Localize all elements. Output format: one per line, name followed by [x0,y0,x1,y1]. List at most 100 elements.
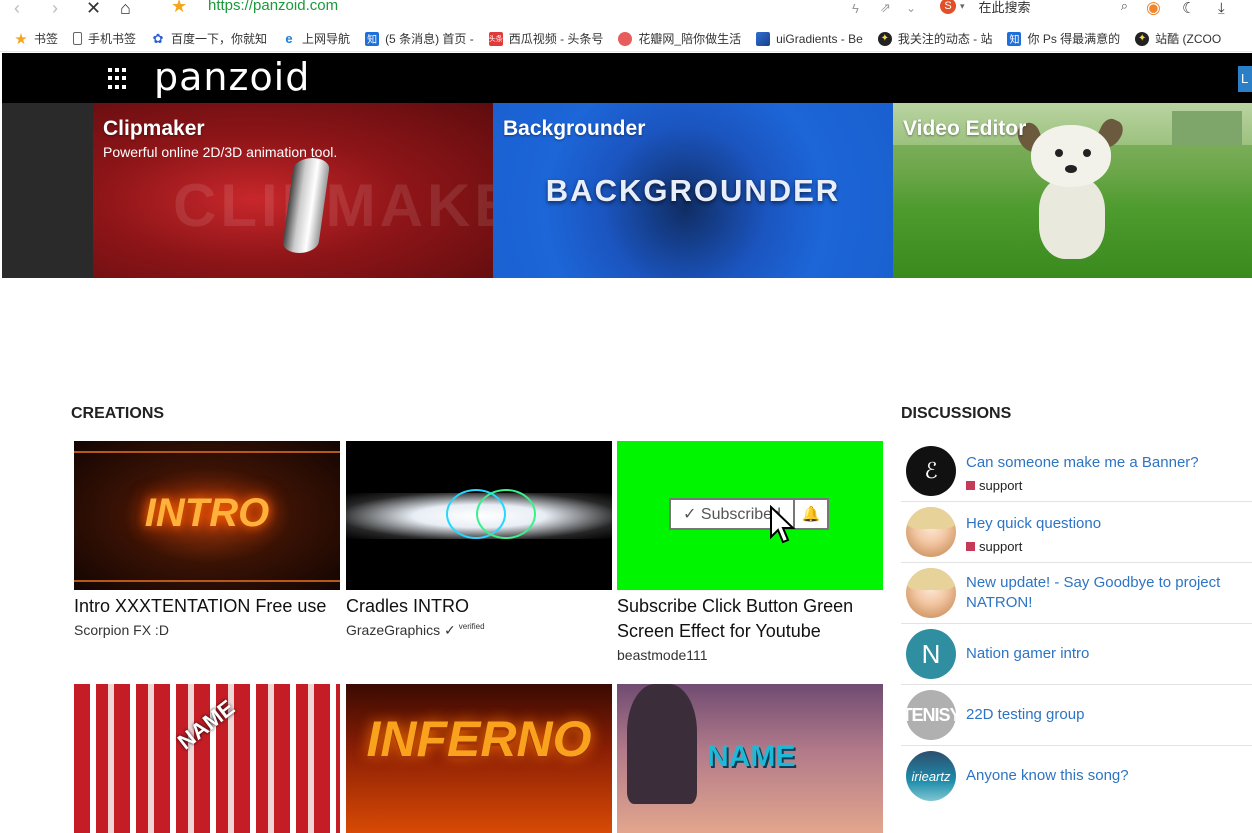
discussions-heading: DISCUSSIONS [901,405,1012,422]
zhihu-icon: 知 [365,31,380,46]
creation-thumbnail[interactable]: NAME [74,684,340,833]
video-editor-tile[interactable]: Video Editor [893,103,1252,278]
forward-icon[interactable]: › [52,0,58,20]
search-icon[interactable]: ⌕ [1121,0,1128,14]
bookmark-item[interactable]: ✿ 百度一下，你就知 [151,30,267,47]
download-icon[interactable]: ⤓ [1218,0,1225,20]
tile-subtitle: Powerful online 2D/3D animation tool. [103,144,338,160]
creation-title[interactable]: Subscribe Click Button Green Screen Effe… [617,594,883,644]
zcool-icon: ✦ [877,31,892,46]
night-mode-icon[interactable]: ☾ [1182,0,1195,20]
bookmark-item[interactable]: 手机书签 [73,30,136,47]
share-icon[interactable]: ⇗ [880,0,891,20]
verified-badge: verified [458,622,485,632]
creation-title[interactable]: Intro XXXTENTATION Free use [74,594,340,619]
search-bar[interactable]: S ▾ 在此搜索 ⌕ [940,0,1140,17]
bookmark-item[interactable]: 头条 西瓜视频 - 头条号 [488,30,603,47]
bookmark-item[interactable]: ✦ 我关注的动态 - 站 [877,30,992,47]
discussion-item[interactable]: ℰ Can someone make me a Banner? support [901,441,1252,502]
discussion-title[interactable]: Hey quick questiono [966,514,1251,534]
creation-thumbnail[interactable] [346,441,612,590]
bookmark-item[interactable]: ★ 书签 [14,30,58,48]
engine-dropdown-icon[interactable]: ▾ [960,1,965,12]
avatar[interactable] [906,507,956,557]
discussion-tag[interactable]: support [966,478,1022,493]
ie-icon: e [285,31,293,46]
backgrounder-tile[interactable]: Backgrounder BACKGROUNDER [493,103,893,278]
avatar[interactable]: TENISY [906,690,956,740]
discussion-title[interactable]: Anyone know this song? [966,766,1251,786]
backgrounder-overlay-text: BACKGROUNDER [545,173,841,208]
bookmark-item[interactable]: ✦ 站酷 (ZCOO [1135,30,1221,47]
creation-card[interactable]: NAME [617,684,883,833]
avatar[interactable]: ℰ [906,446,956,496]
tag-color-icon [966,542,975,551]
favorite-star-icon[interactable]: ★ [171,0,187,17]
login-button[interactable]: L [1238,66,1252,92]
flash-icon[interactable]: ϟ [852,0,859,20]
apps-grid-icon[interactable] [108,68,130,90]
zcool-icon: ✦ [1135,31,1150,46]
cursor-icon [770,505,796,544]
creation-card[interactable]: INTRO Intro XXXTENTATION Free use Scorpi… [74,441,340,638]
site-logo[interactable]: panzoid [154,55,310,99]
uigradients-icon [756,31,771,46]
discussion-item[interactable]: TENISY 22D testing group [901,685,1252,746]
thumbnail-text: NAME [707,740,796,773]
discussion-item[interactable]: irieartz Anyone know this song? [901,746,1252,807]
hero-left-panel [2,103,93,278]
creation-author[interactable]: GrazeGraphics ✓ verified [346,622,612,639]
bookmark-item[interactable]: 花瓣网_陪你做生活 [618,30,741,47]
creation-author[interactable]: Scorpion FX :D [74,622,340,638]
discussion-title[interactable]: 22D testing group [966,705,1251,725]
creation-card[interactable]: INFERNO [346,684,612,833]
subscribe-graphic: ✓ Subscribed 🔔 [669,498,829,530]
discussions-list: ℰ Can someone make me a Banner? support … [901,441,1252,807]
creation-card[interactable]: ✓ Subscribed 🔔 Subscribe Click Button Gr… [617,441,883,663]
creation-card[interactable]: Cradles INTRO GrazeGraphics ✓ verified [346,441,612,639]
bookmark-item[interactable]: 知 (5 条消息) 首页 - [365,30,474,47]
creation-title[interactable]: Cradles INTRO [346,594,612,619]
stop-icon[interactable]: ✕ [86,0,101,20]
zhihu-icon: 知 [1007,31,1022,46]
creation-thumbnail[interactable]: INFERNO [346,684,612,833]
dog-image [1011,115,1131,274]
bookmark-item[interactable]: uiGradients - Be [756,31,863,46]
baidu-icon: ✿ [152,30,164,46]
avatar[interactable] [906,568,956,618]
home-icon[interactable]: ⌂ [120,0,131,20]
discussion-title[interactable]: Nation gamer intro [966,644,1251,664]
avatar[interactable]: N [906,629,956,679]
search-input[interactable]: 在此搜索 [979,0,1031,16]
bookmark-item[interactable]: 知 你 Ps 得最满意的 [1007,30,1120,47]
discussion-tag[interactable]: support [966,539,1022,554]
huaban-icon [618,31,633,46]
creation-author[interactable]: beastmode111 [617,647,883,663]
tile-title: Clipmaker [103,117,205,140]
discussion-title[interactable]: Can someone make me a Banner? [966,453,1251,473]
creation-thumbnail[interactable]: ✓ Subscribed 🔔 [617,441,883,590]
game-icon[interactable]: ◉ [1146,0,1161,20]
discussion-item[interactable]: N Nation gamer intro [901,624,1252,685]
clipmaker-tile[interactable]: CLIPMAKER Clipmaker Powerful online 2D/3… [93,103,493,278]
thumbnail-text: INTRO [144,491,270,535]
thumbnail-text: NAME [172,694,240,755]
bookmarks-bar: ★ 书签 手机书签 ✿ 百度一下，你就知 e 上网导航 知 (5 条消息) 首页… [0,26,1252,52]
tag-color-icon [966,481,975,490]
toutiao-icon: 头条 [488,31,503,46]
creations-heading: CREATIONS [71,405,165,422]
creation-thumbnail[interactable]: NAME [617,684,883,833]
address-bar[interactable]: https://panzoid.com [208,0,338,14]
creation-card[interactable]: NAME [74,684,340,833]
address-dropdown-icon[interactable]: ⌄ [906,0,916,20]
creation-thumbnail[interactable]: INTRO [74,441,340,590]
bookmark-item[interactable]: e 上网导航 [282,30,350,47]
thumbnail-text: INFERNO [366,711,592,767]
star-icon: ★ [14,30,28,48]
search-engine-icon[interactable]: S [940,0,956,14]
discussion-item[interactable]: New update! - Say Goodbye to project NAT… [901,563,1252,624]
back-icon[interactable]: ‹ [14,0,20,20]
tile-title: Video Editor [903,117,1027,140]
discussion-title[interactable]: New update! - Say Goodbye to project NAT… [966,573,1251,613]
discussion-item[interactable]: Hey quick questiono support [901,502,1252,563]
